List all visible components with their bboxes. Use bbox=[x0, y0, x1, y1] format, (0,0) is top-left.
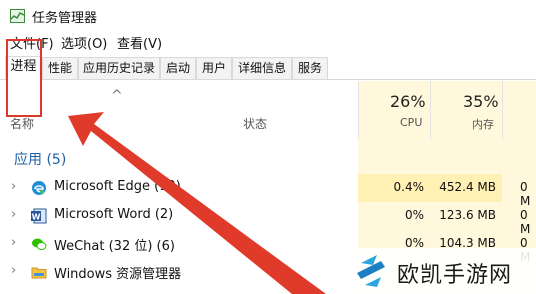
watermark-text: 欧凯手游网 bbox=[397, 263, 513, 288]
watermark-logo-icon bbox=[357, 255, 385, 287]
watermark: 欧凯手游网 bbox=[345, 248, 536, 294]
